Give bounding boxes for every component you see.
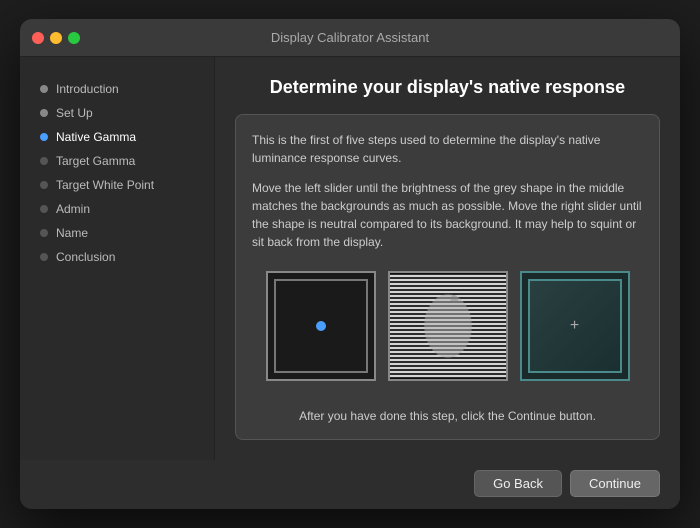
description-1: This is the first of five steps used to … [252, 131, 643, 167]
sidebar-item-setup[interactable]: Set Up [40, 101, 214, 125]
sidebar-dot-target-white-point [40, 181, 48, 189]
sidebar-label-admin: Admin [56, 202, 90, 216]
sidebar-item-target-gamma[interactable]: Target Gamma [40, 149, 214, 173]
page-title: Determine your display's native response [235, 77, 660, 98]
sidebar-label-target-gamma: Target Gamma [56, 154, 135, 168]
titlebar: Display Calibrator Assistant [20, 19, 680, 57]
calibration-image-right-inner: + [528, 279, 622, 373]
sidebar-label-conclusion: Conclusion [56, 250, 115, 264]
sidebar-label-target-white-point: Target White Point [56, 178, 154, 192]
sidebar-item-target-white-point[interactable]: Target White Point [40, 173, 214, 197]
maximize-button[interactable] [68, 32, 80, 44]
sidebar: Introduction Set Up Native Gamma Target … [20, 57, 215, 460]
traffic-lights [32, 32, 80, 44]
calibration-image-middle [388, 271, 508, 381]
sidebar-label-setup: Set Up [56, 106, 93, 120]
sidebar-label-name: Name [56, 226, 88, 240]
calibration-image-left [266, 271, 376, 381]
minimize-button[interactable] [50, 32, 62, 44]
description-2: Move the left slider until the brightnes… [252, 179, 643, 251]
sidebar-dot-admin [40, 205, 48, 213]
sidebar-dot-native-gamma [40, 133, 48, 141]
content-area: Introduction Set Up Native Gamma Target … [20, 57, 680, 460]
sidebar-item-conclusion[interactable]: Conclusion [40, 245, 214, 269]
sidebar-item-name[interactable]: Name [40, 221, 214, 245]
stripe-canvas [390, 273, 506, 379]
calibration-image-left-inner [274, 279, 368, 373]
footer: Go Back Continue [20, 460, 680, 509]
crosshair-icon: + [570, 318, 579, 334]
sidebar-dot-target-gamma [40, 157, 48, 165]
sidebar-item-native-gamma[interactable]: Native Gamma [40, 125, 214, 149]
sidebar-label-introduction: Introduction [56, 82, 119, 96]
calibration-image-right: + [520, 271, 630, 381]
go-back-button[interactable]: Go Back [474, 470, 562, 497]
window-title: Display Calibrator Assistant [271, 30, 429, 45]
sidebar-dot-conclusion [40, 253, 48, 261]
close-button[interactable] [32, 32, 44, 44]
sidebar-dot-introduction [40, 85, 48, 93]
bottom-instruction: After you have done this step, click the… [252, 401, 643, 423]
sidebar-item-introduction[interactable]: Introduction [40, 77, 214, 101]
blue-dot-indicator [316, 321, 326, 331]
sidebar-dot-name [40, 229, 48, 237]
app-window: Display Calibrator Assistant Introductio… [20, 19, 680, 509]
main-panel: Determine your display's native response… [215, 57, 680, 460]
sidebar-dot-setup [40, 109, 48, 117]
calibration-images-row: + [252, 267, 643, 385]
sidebar-item-admin[interactable]: Admin [40, 197, 214, 221]
continue-button[interactable]: Continue [570, 470, 660, 497]
sidebar-label-native-gamma: Native Gamma [56, 130, 136, 144]
content-box: This is the first of five steps used to … [235, 114, 660, 440]
